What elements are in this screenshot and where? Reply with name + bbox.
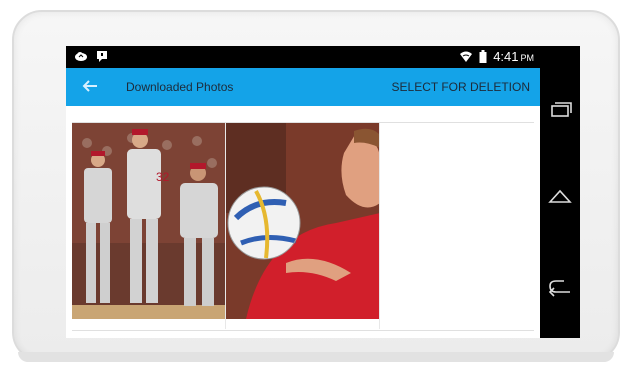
battery-icon bbox=[479, 50, 487, 63]
cloud-icon bbox=[75, 52, 87, 61]
wifi-icon bbox=[460, 51, 473, 62]
grid-divider bbox=[72, 330, 534, 331]
page-title: Downloaded Photos bbox=[126, 80, 234, 94]
app-bar: Downloaded Photos SELECT FOR DELETION bbox=[66, 68, 540, 106]
back-arrow-icon[interactable] bbox=[80, 76, 100, 96]
select-for-deletion-button[interactable]: SELECT FOR DELETION bbox=[392, 80, 530, 94]
photo-tile-baseball-team[interactable]: 32 bbox=[72, 123, 226, 329]
baseball-team-photo: 32 bbox=[72, 123, 225, 319]
back-icon[interactable] bbox=[546, 272, 574, 300]
photo-tile-soccer-player[interactable] bbox=[226, 123, 380, 329]
photo-grid: 32 bbox=[72, 122, 534, 329]
home-icon[interactable] bbox=[546, 182, 574, 210]
soccer-player-photo bbox=[226, 123, 379, 319]
status-bar: 4:41 PM bbox=[66, 46, 540, 68]
svg-text:32: 32 bbox=[156, 170, 170, 184]
photo-tile-empty bbox=[380, 123, 534, 329]
screen: 4:41 PM Downloaded Photos SELECT FOR DELE… bbox=[66, 46, 540, 338]
navigation-bar bbox=[540, 46, 580, 338]
tablet-frame-bottom bbox=[18, 352, 614, 362]
recent-apps-icon[interactable] bbox=[546, 96, 574, 124]
message-icon bbox=[97, 51, 107, 62]
status-time: 4:41 PM bbox=[493, 49, 534, 64]
